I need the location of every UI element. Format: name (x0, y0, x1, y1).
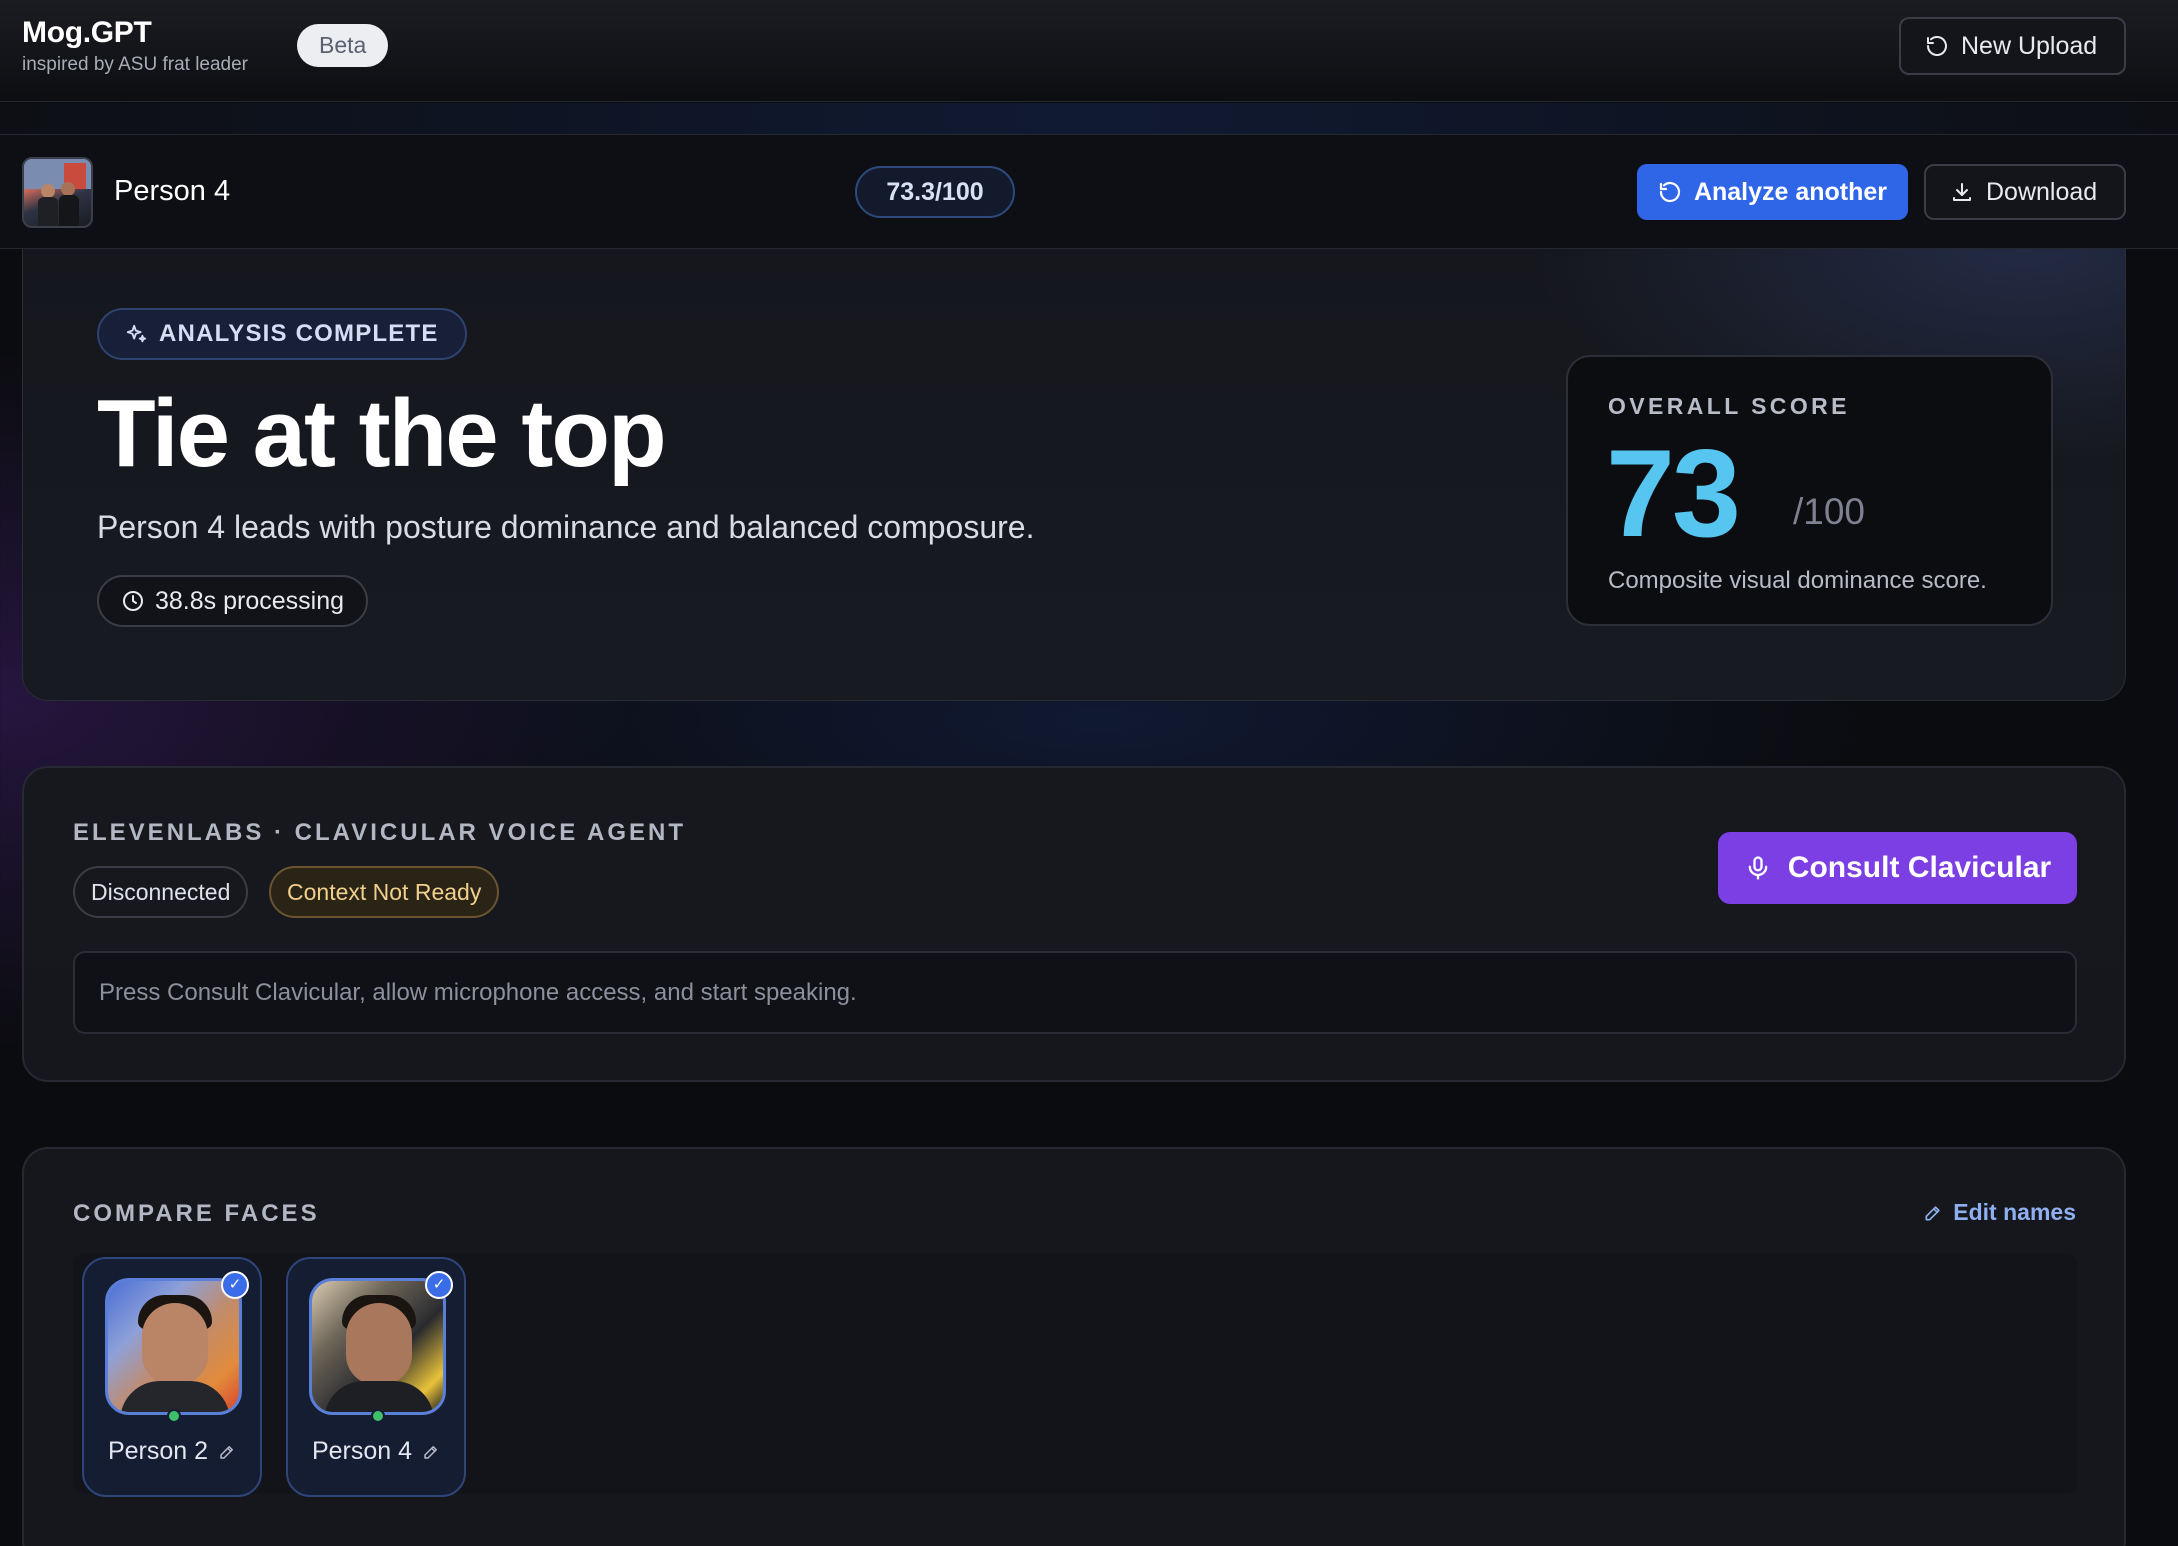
analyze-another-button[interactable]: Analyze another (1637, 164, 1908, 220)
voice-agent-card: ELEVENLABS · CLAVICULAR VOICE AGENT Disc… (22, 766, 2126, 1082)
analysis-summary-card: ANALYSIS COMPLETE Tie at the top Person … (22, 249, 2126, 701)
pencil-icon[interactable] (422, 1443, 440, 1461)
new-upload-label: New Upload (1961, 31, 2098, 60)
processing-time-label: 38.8s processing (155, 586, 345, 615)
header-divider-strip (0, 103, 2178, 135)
refresh-icon (1925, 34, 1949, 58)
analysis-status-label: ANALYSIS COMPLETE (159, 320, 439, 347)
face-name-label: Person 2 (107, 1437, 209, 1465)
edit-names-link[interactable]: Edit names (1923, 1199, 2076, 1226)
microphone-icon (1744, 854, 1772, 882)
face-photo (309, 1278, 446, 1415)
download-icon (1950, 180, 1974, 204)
person-thumbnail (22, 157, 93, 228)
app-subtitle: inspired by ASU frat leader (22, 54, 249, 75)
download-button[interactable]: Download (1924, 164, 2126, 220)
overall-score-caption: Composite visual dominance score. (1608, 567, 1987, 594)
download-label: Download (1986, 177, 2098, 206)
face-card-person-4[interactable]: ✓ Person 4 (286, 1257, 466, 1497)
pencil-icon (1923, 1203, 1943, 1223)
face-name: Person 4 (288, 1437, 464, 1466)
overall-score-card: OVERALL SCORE 73 /100 Composite visual d… (1566, 355, 2053, 626)
check-icon: ✓ (425, 1271, 453, 1299)
consult-clavicular-label: Consult Clavicular (1787, 851, 2052, 884)
check-icon: ✓ (221, 1271, 249, 1299)
context-status-chip: Context Not Ready (269, 866, 500, 918)
sparkle-icon (125, 323, 147, 345)
face-name-label: Person 4 (311, 1437, 413, 1465)
clock-icon (121, 589, 145, 613)
online-status-dot (371, 1409, 385, 1423)
analyze-another-label: Analyze another (1693, 177, 1888, 206)
compare-faces-card: COMPARE FACES Edit names ✓ Person 2 ✓ Pe… (22, 1147, 2126, 1546)
result-summary: Person 4 leads with posture dominance an… (97, 509, 1035, 545)
beta-badge: Beta (297, 24, 389, 67)
voice-transcript-box: Press Consult Clavicular, allow micropho… (73, 951, 2077, 1034)
overall-score-denominator: /100 (1793, 491, 1866, 532)
overall-score-value: 73 (1606, 425, 1741, 563)
app-title[interactable]: Mog.GPT (22, 16, 248, 50)
brand: Mog.GPT inspired by ASU frat leader (22, 16, 248, 76)
processing-time-chip: 38.8s processing (97, 575, 369, 627)
face-photo (105, 1278, 242, 1415)
pencil-icon[interactable] (218, 1443, 236, 1461)
overall-score-label: OVERALL SCORE (1608, 393, 1850, 419)
consult-clavicular-button[interactable]: Consult Clavicular (1718, 832, 2077, 904)
analysis-status-badge: ANALYSIS COMPLETE (97, 308, 467, 360)
refresh-icon (1658, 180, 1682, 204)
result-title: Tie at the top (97, 380, 667, 487)
new-upload-button[interactable]: New Upload (1899, 17, 2126, 75)
edit-names-label: Edit names (1953, 1199, 2076, 1225)
score-pill: 73.3/100 (855, 166, 1015, 218)
connection-status-chip: Disconnected (73, 866, 249, 918)
online-status-dot (167, 1409, 181, 1423)
face-name: Person 2 (84, 1437, 260, 1466)
compare-faces-title: COMPARE FACES (73, 1200, 320, 1227)
person-name: Person 4 (114, 175, 231, 207)
app-header: Mog.GPT inspired by ASU frat leader Beta… (0, 0, 2178, 102)
person-toolbar: Person 4 73.3/100 Analyze another Downlo… (0, 135, 2178, 249)
voice-agent-title: ELEVENLABS · CLAVICULAR VOICE AGENT (73, 819, 687, 846)
face-card-person-2[interactable]: ✓ Person 2 (82, 1257, 262, 1497)
